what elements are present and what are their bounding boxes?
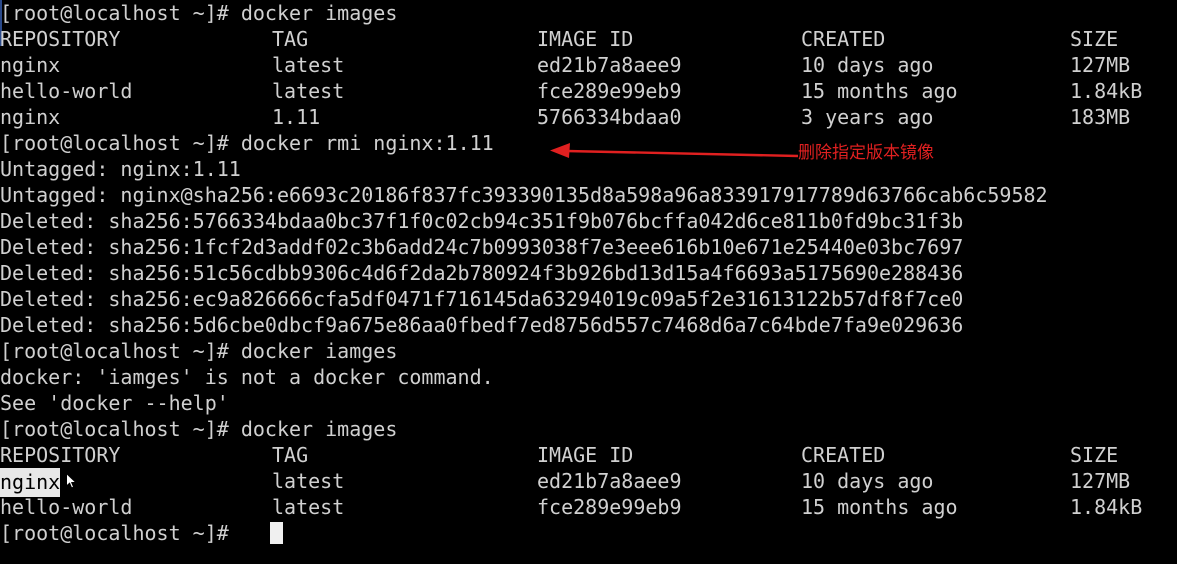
cell-created: 15 months ago [801, 495, 958, 519]
cell-size: 127MB [1070, 469, 1131, 493]
cell-image-id: ed21b7a8aee9 [537, 53, 682, 77]
table-row: hello-world latest fce289e99eb9 15 month… [0, 78, 1142, 104]
output-line: Untagged: nginx@sha256:e6693c20186f837fc… [0, 183, 1048, 207]
table-row: nginx latest ed21b7a8aee9 10 days ago 12… [0, 52, 1130, 78]
header-image-id: IMAGE ID [537, 443, 634, 467]
command-docker-images-2: docker images [240, 417, 398, 441]
cell-repository: nginx [0, 105, 61, 129]
header-size: SIZE [1070, 443, 1119, 467]
shell-prompt: [root@localhost ~]# [0, 521, 241, 545]
header-repository: REPOSITORY [0, 27, 121, 51]
header-created: CREATED [801, 27, 886, 51]
output-line: Untagged: nginx:1.11 [0, 157, 241, 181]
header-size: SIZE [1070, 27, 1119, 51]
shell-prompt: [root@localhost ~]# [0, 339, 241, 363]
mouse-cursor-icon [66, 473, 77, 489]
cell-tag: latest [272, 495, 345, 519]
terminal-window[interactable]: [root@localhost ~]# docker images REPOSI… [0, 0, 1177, 564]
output-line: Deleted: sha256:1fcf2d3addf02c3b6add24c7… [0, 235, 964, 259]
cell-image-id: fce289e99eb9 [537, 79, 682, 103]
output-line: Deleted: sha256:51c56cdbb9306c4d6f2da2b7… [0, 261, 964, 285]
cell-repository: hello-world [0, 495, 133, 519]
shell-prompt: [root@localhost ~]# [0, 131, 241, 155]
header-image-id: IMAGE ID [537, 27, 634, 51]
annotation-arrow-icon [550, 143, 799, 158]
cell-image-id: fce289e99eb9 [537, 495, 682, 519]
error-line: docker: 'iamges' is not a docker command… [0, 365, 494, 389]
cell-image-id: 5766334bdaa0 [537, 105, 682, 129]
prompt-line-3: [root@localhost ~]# docker iamges [0, 338, 397, 364]
cell-size: 1.84kB [1070, 79, 1143, 103]
table-row: hello-world latest fce289e99eb9 15 month… [0, 494, 1142, 520]
output-line: Deleted: sha256:ec9a826666cfa5df0471f716… [0, 287, 964, 311]
cell-size: 183MB [1070, 105, 1131, 129]
prompt-line-5: [root@localhost ~]# [0, 520, 241, 546]
error-line: See 'docker --help' [0, 391, 229, 415]
cell-created: 15 months ago [801, 79, 958, 103]
shell-prompt: [root@localhost ~]# [0, 417, 241, 441]
cell-created: 10 days ago [801, 469, 934, 493]
header-tag: TAG [272, 27, 309, 51]
command-docker-images-1: docker images [240, 1, 398, 25]
cell-tag: 1.11 [272, 105, 321, 129]
cell-size: 1.84kB [1070, 495, 1143, 519]
text-cursor [270, 522, 283, 544]
header-created: CREATED [801, 443, 886, 467]
cell-tag: latest [272, 469, 345, 493]
selected-text-nginx[interactable]: nginx [0, 468, 61, 497]
header-repository: REPOSITORY [0, 443, 121, 467]
table-row: nginx latest ed21b7a8aee9 10 days ago 12… [0, 468, 1130, 497]
prompt-line-2: [root@localhost ~]# docker rmi nginx:1.1… [0, 130, 494, 156]
images-table-header-1: REPOSITORY TAG IMAGE ID CREATED SIZE [0, 26, 1118, 52]
command-docker-iamges-typo: docker iamges [240, 339, 398, 363]
prompt-line-1: [root@localhost ~]# docker images [0, 0, 397, 26]
table-row: nginx 1.11 5766334bdaa0 3 years ago 183M… [0, 104, 1130, 130]
shell-prompt: [root@localhost ~]# [0, 1, 241, 25]
cell-repository: hello-world [0, 79, 133, 103]
cell-created: 3 years ago [801, 105, 934, 129]
images-table-header-2: REPOSITORY TAG IMAGE ID CREATED SIZE [0, 442, 1118, 468]
prompt-line-4: [root@localhost ~]# docker images [0, 416, 397, 442]
header-tag: TAG [272, 443, 309, 467]
annotation-label: 删除指定版本镜像 [798, 143, 934, 163]
cell-image-id: ed21b7a8aee9 [537, 469, 682, 493]
cell-repository: nginx [0, 53, 61, 77]
cell-created: 10 days ago [801, 53, 934, 77]
cell-size: 127MB [1070, 53, 1131, 77]
output-line: Deleted: sha256:5d6cbe0dbcf9a675e86aa0fb… [0, 313, 964, 337]
cell-tag: latest [272, 53, 345, 77]
command-docker-rmi: docker rmi nginx:1.11 [240, 131, 494, 155]
output-line: Deleted: sha256:5766334bdaa0bc37f1f0c02c… [0, 209, 964, 233]
cell-tag: latest [272, 79, 345, 103]
